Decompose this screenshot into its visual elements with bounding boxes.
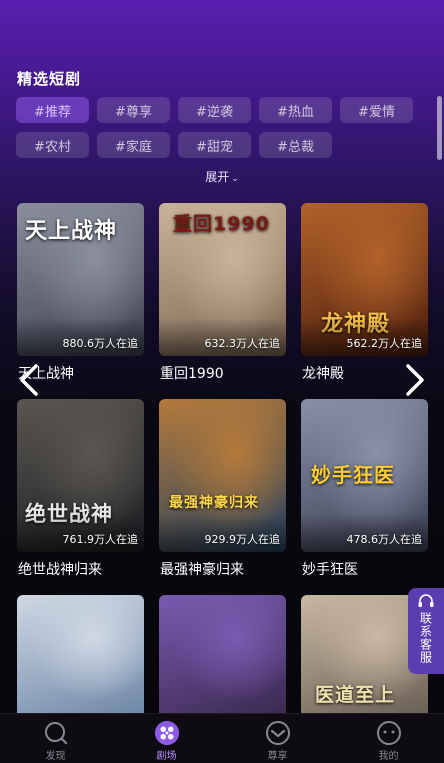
drama-title: 最强神豪归来 [160,562,244,578]
tag-premium[interactable]: #尊享 [97,97,170,123]
drama-card[interactable]: 最强神豪归来 929.9万人在追 最强神豪归来 [159,399,286,595]
section-title: 精选短剧 [17,70,82,88]
view-count: 632.3万人在追 [204,337,281,350]
view-count: 929.9万人在追 [204,533,281,546]
view-count: 761.9万人在追 [62,533,139,546]
chevron-left-icon [20,364,38,396]
drama-card[interactable] [17,595,144,713]
poster-text: 妙手狂医 [311,463,395,487]
poster-art [17,595,144,713]
tab-theater[interactable]: 剧场 [111,714,222,763]
carousel-prev-button[interactable] [14,362,44,398]
tab-label: 发现 [45,751,66,762]
drama-poster[interactable]: 最强神豪归来 929.9万人在追 [159,399,286,552]
tag-rural[interactable]: #农村 [16,132,89,158]
tab-vip[interactable]: 尊享 [222,714,333,763]
tag-filter-grid: #推荐 #尊享 #逆袭 #热血 #爱情 #农村 #家庭 #甜宠 #总裁 [16,97,420,158]
drama-title: 绝世战神归来 [18,562,102,578]
chevron-right-icon [406,364,424,396]
drama-poster[interactable]: 龙神殿 562.2万人在追 [301,203,428,356]
tab-label: 我的 [378,751,399,762]
drama-grid: 天上战神 880.6万人在追 天上战神 重回1990 632.3万人在追 重回1… [17,203,428,713]
drama-card[interactable]: 绝世战神 761.9万人在追 绝世战神归来 [17,399,144,595]
drama-title: 重回1990 [160,366,224,382]
tag-passion[interactable]: #热血 [259,97,332,123]
poster-text: 最强神豪归来 [169,495,259,511]
discover-icon [43,720,69,746]
poster-text: 天上战神 [25,219,118,244]
drama-card[interactable]: 妙手狂医 478.6万人在追 妙手狂医 [301,399,428,595]
profile-icon [376,720,402,746]
chevron-down-icon: ⌄ [231,174,239,184]
tag-sweet[interactable]: #甜宠 [178,132,251,158]
tab-label: 剧场 [156,751,177,762]
poster-art [159,595,286,713]
drama-poster[interactable]: 重回1990 632.3万人在追 [159,203,286,356]
carousel-next-button[interactable] [400,362,430,398]
tab-discover[interactable]: 发现 [0,714,111,763]
drama-card[interactable]: 重回1990 632.3万人在追 重回1990 [159,203,286,399]
tab-label: 尊享 [267,751,288,762]
drama-poster[interactable] [17,595,144,713]
poster-text: 医道至上 [315,684,396,706]
tag-romance[interactable]: #爱情 [340,97,413,123]
view-count: 562.2万人在追 [346,337,423,350]
headset-icon [418,594,434,607]
vip-icon [265,720,291,746]
customer-service-label: 联系客服 [418,612,433,664]
customer-service-button[interactable]: 联系客服 [408,588,444,674]
drama-poster[interactable] [159,595,286,713]
drama-card[interactable] [159,595,286,713]
drama-poster[interactable]: 绝世战神 761.9万人在追 [17,399,144,552]
theater-screen: 精选短剧 #推荐 #尊享 #逆袭 #热血 #爱情 #农村 #家庭 #甜宠 #总裁… [0,0,444,763]
tag-family[interactable]: #家庭 [97,132,170,158]
expand-label: 展开 [205,170,230,184]
poster-text: 重回1990 [173,213,270,235]
scroll-indicator[interactable] [437,96,442,160]
drama-poster[interactable]: 妙手狂医 478.6万人在追 [301,399,428,552]
tab-profile[interactable]: 我的 [333,714,444,763]
theater-icon [154,720,180,746]
tag-ceo[interactable]: #总裁 [259,132,332,158]
view-count: 478.6万人在追 [346,533,423,546]
view-count: 880.6万人在追 [62,337,139,350]
bottom-tab-bar: 发现 剧场 尊享 我的 [0,713,444,763]
drama-title: 妙手狂医 [302,562,358,578]
tag-comeback[interactable]: #逆袭 [178,97,251,123]
expand-button[interactable]: 展开 ⌄ [0,168,444,185]
drama-poster[interactable]: 天上战神 880.6万人在追 [17,203,144,356]
tag-recommend[interactable]: #推荐 [16,97,89,123]
